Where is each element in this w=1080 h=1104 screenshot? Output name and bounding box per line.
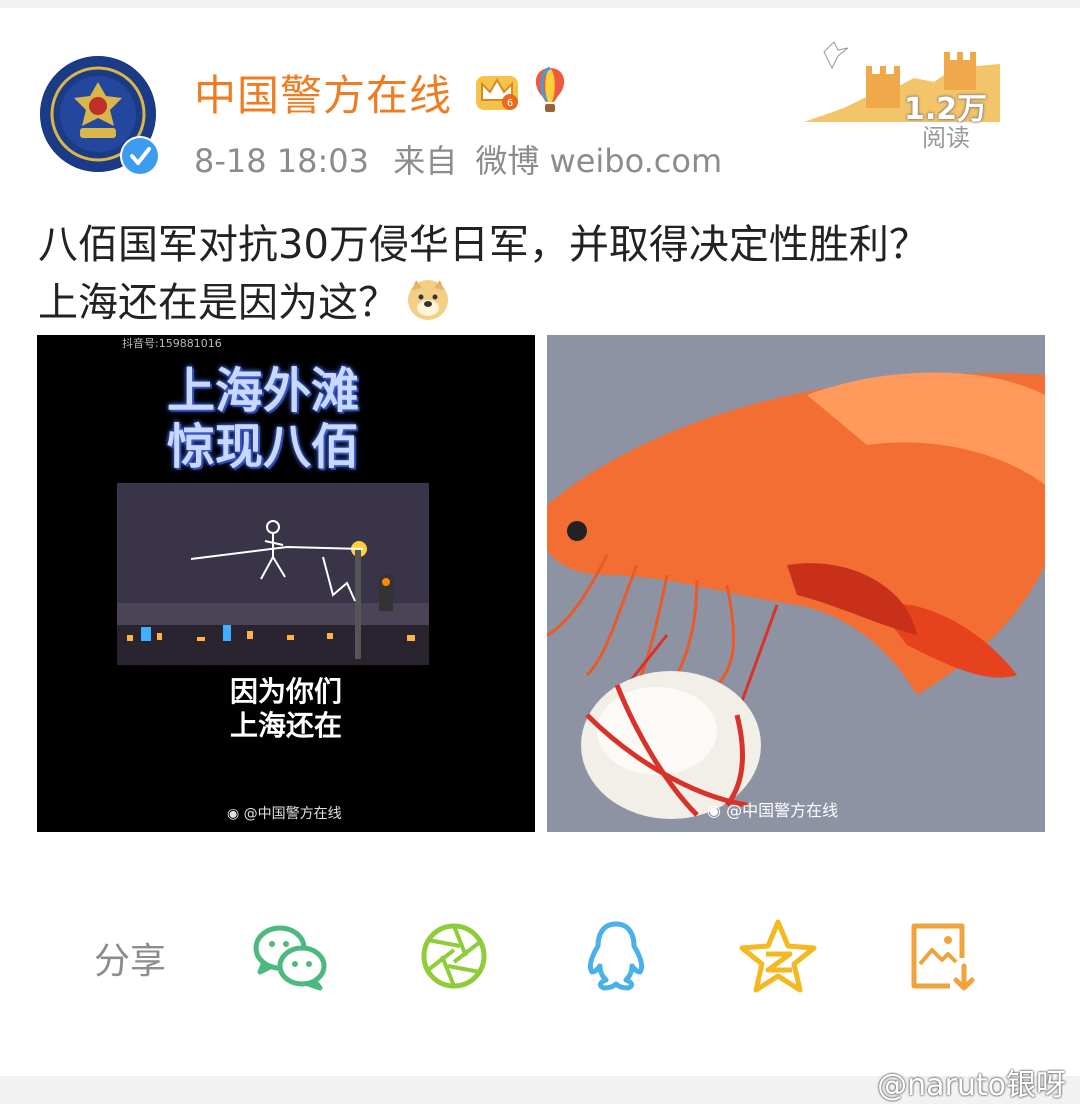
weibo-post-card: 中国警方在线 6 8-18 18:03 来自 微博 weibo.com 1.2万 <box>0 8 1080 1076</box>
crown-badge-icon[interactable]: 6 <box>472 66 522 114</box>
image-headline: 上海外滩 惊现八佰 <box>167 363 359 475</box>
weibo-logo-icon: ◉ <box>227 806 240 822</box>
post-text: 八佰国军对抗30万侵华日军，并取得决定性胜利？ 上海还在是因为这？ <box>38 216 1048 332</box>
share-wechat-button[interactable] <box>250 918 330 994</box>
footer-watermark: @naruto银呀 <box>877 1068 1066 1103</box>
post-image-left[interactable]: 抖音号:159881016 上海外滩 惊现八佰 因为你们 上海还在 ◉ @中国警… <box>37 335 535 832</box>
moments-icon <box>421 923 487 989</box>
image-watermark-text: @中国警方在线 <box>726 801 839 820</box>
svg-text:6: 6 <box>507 98 513 109</box>
image-headline-line-1: 上海外滩 <box>167 363 360 419</box>
wechat-icon <box>253 925 327 991</box>
username[interactable]: 中国警方在线 <box>194 62 452 123</box>
share-qzone-button[interactable] <box>738 918 818 994</box>
image-caption: 因为你们 上海还在 <box>37 675 535 743</box>
image-caption-line-2: 上海还在 <box>229 709 342 742</box>
save-image-icon <box>911 923 975 991</box>
qq-icon <box>587 921 645 991</box>
image-headline-line-2: 惊现八佰 <box>167 419 360 475</box>
weibo-logo-icon: ◉ <box>707 801 721 820</box>
post-source: 微博 weibo.com <box>475 142 723 180</box>
image-watermark-right: ◉ @中国警方在线 <box>707 797 838 821</box>
save-image-button[interactable] <box>900 918 980 994</box>
image-watermark-left: ◉ @中国警方在线 <box>227 803 342 823</box>
post-image-right[interactable]: ◉ @中国警方在线 <box>547 335 1045 832</box>
post-date[interactable]: 8-18 18:03 <box>194 142 369 180</box>
douyin-id: 抖音号:159881016 <box>122 337 222 350</box>
source-prefix: 来自 <box>393 142 458 180</box>
read-count-badge: 1.2万 阅读 <box>804 38 1000 152</box>
share-label: 分享 <box>94 941 167 982</box>
image-watermark-text: @中国警方在线 <box>243 806 342 822</box>
qzone-icon <box>739 919 817 993</box>
verified-badge-icon <box>120 136 160 176</box>
share-qq-button[interactable] <box>576 918 656 994</box>
read-count-label: 阅读 <box>922 124 970 152</box>
shrimp-with-egg-icon <box>547 335 1045 832</box>
post-meta: 8-18 18:03 来自 微博 weibo.com <box>194 136 722 182</box>
post-text-line-1: 八佰国军对抗30万侵华日军，并取得决定性胜利？ <box>38 222 929 268</box>
post-text-line-2: 上海还在是因为这？ <box>38 274 1048 332</box>
doge-emoji-icon <box>408 280 448 320</box>
image-caption-line-1: 因为你们 <box>229 675 342 708</box>
balloon-badge-icon[interactable] <box>528 64 572 116</box>
post-text-line-2-text: 上海还在是因为这？ <box>38 280 398 326</box>
share-moments-button[interactable] <box>414 918 494 994</box>
